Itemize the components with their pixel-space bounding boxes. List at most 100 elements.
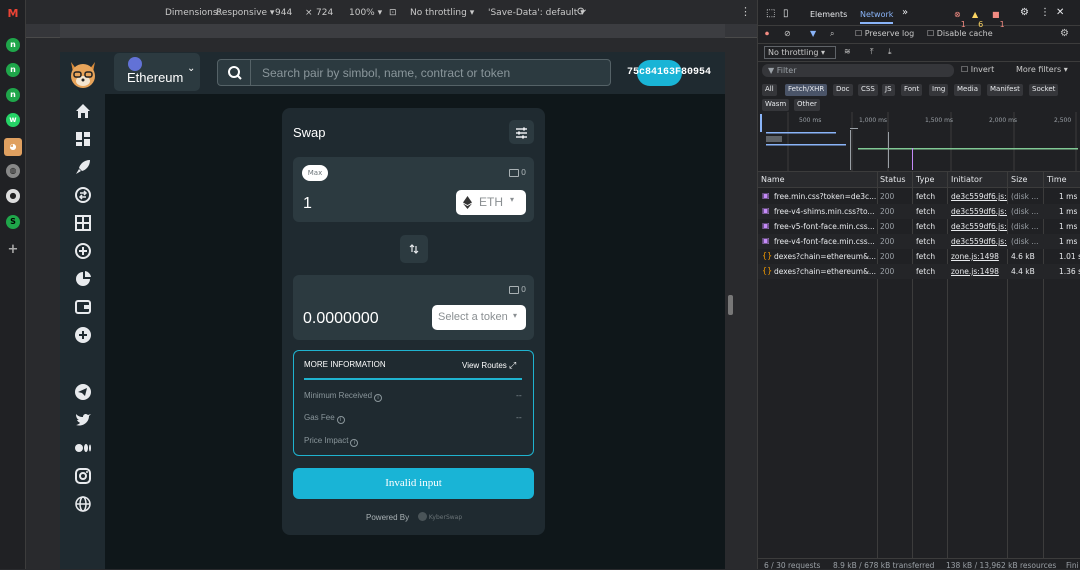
swap-settings-button[interactable] (509, 120, 534, 144)
disable-cache-checkbox[interactable]: ☐ Disable cache (927, 29, 993, 38)
column-status[interactable]: Status (880, 175, 906, 184)
table-row[interactable]: ▣ free-v4-shims.min.css?to... 200 fetch de3c… (758, 204, 1080, 219)
preserve-log-checkbox[interactable]: ☐ Preserve log (855, 29, 914, 38)
screenshot-icon[interactable]: ⊡ (389, 8, 397, 18)
plus-icon[interactable]: + (6, 243, 20, 257)
twitter-icon[interactable] (74, 411, 92, 429)
inspect-icon[interactable]: ⬚ (766, 8, 775, 19)
globe-icon[interactable]: ◍ (6, 164, 20, 178)
swap-action-button[interactable]: Invalid input (293, 468, 534, 499)
request-initiator[interactable]: de3c559df6.js:2 (951, 192, 1007, 201)
more-options-icon[interactable]: ⋮ (740, 5, 751, 18)
filter-chip[interactable]: Wasm (762, 99, 790, 111)
table-row[interactable]: {} dexes?chain=ethereum&... 200 fetch zone.j… (758, 249, 1080, 264)
gear-icon[interactable]: ⚙ (1020, 7, 1029, 18)
invert-checkbox[interactable]: ☐ Invert (961, 65, 994, 74)
throttling-select[interactable]: No throttling ▾ (410, 8, 474, 18)
shiba-logo[interactable] (67, 58, 99, 90)
filter-input[interactable]: ▼ Filter (762, 64, 954, 77)
height-input[interactable]: 724 (316, 8, 333, 18)
filter-chip[interactable]: Doc (833, 84, 853, 96)
gmail-icon[interactable]: M (6, 7, 20, 21)
device-toggle-icon[interactable]: ▯ (783, 8, 789, 19)
shiba-icon[interactable]: ◕ (4, 138, 22, 156)
pie-chart-icon[interactable] (74, 270, 92, 288)
viewport-resize-handle[interactable] (728, 295, 733, 315)
from-amount-input[interactable]: 1 (303, 195, 312, 213)
more-filters-select[interactable]: More filters ▾ (1016, 65, 1068, 74)
column-name[interactable]: Name (761, 175, 785, 184)
table-row[interactable]: {} dexes?chain=ethereum&... 200 fetch zone.j… (758, 264, 1080, 279)
request-initiator[interactable]: de3c559df6.js:2 (951, 222, 1007, 231)
request-initiator[interactable]: de3c559df6.js:2 (951, 237, 1007, 246)
wallet-icon[interactable] (74, 298, 92, 316)
swap-icon[interactable] (74, 186, 92, 204)
rocket-icon[interactable] (74, 158, 92, 176)
filter-chip[interactable]: Media (954, 84, 982, 96)
app-icon[interactable]: n (6, 38, 20, 52)
filter-chip[interactable]: JS (882, 84, 895, 96)
more-tabs-icon[interactable]: » (902, 7, 908, 18)
app-icon[interactable]: n (6, 88, 20, 102)
record-icon[interactable]: ⏺ (765, 29, 769, 39)
medium-icon[interactable] (74, 439, 92, 457)
column-type[interactable]: Type (916, 175, 934, 184)
rotate-icon[interactable]: ⟳ (577, 5, 586, 18)
download-icon[interactable]: ⤓ (888, 47, 892, 57)
app-icon[interactable]: n (6, 63, 20, 77)
request-initiator[interactable]: de3c559df6.js:2 (951, 207, 1007, 216)
to-token-select[interactable]: Select a token ▾ (432, 305, 526, 330)
filter-chip[interactable]: Other (794, 99, 820, 111)
search-icon[interactable]: ⌕ (830, 29, 834, 39)
column-time[interactable]: Time (1047, 175, 1067, 184)
whatsapp-icon[interactable]: w (6, 113, 20, 127)
plus-circle-icon[interactable] (74, 326, 92, 344)
clear-icon[interactable]: ⊘ (784, 29, 791, 38)
search-button[interactable] (217, 59, 251, 86)
info-icon[interactable]: i (374, 394, 383, 402)
width-input[interactable]: 944 (275, 8, 292, 18)
max-button[interactable]: Max (302, 165, 328, 181)
app-icon[interactable]: S (6, 215, 20, 229)
table-row[interactable]: ▣ free-v5-font-face.min.css... 200 fetch de3… (758, 219, 1080, 234)
gear-icon[interactable]: ⚙ (1060, 28, 1069, 39)
filter-chip[interactable]: CSS (858, 84, 878, 96)
telegram-icon[interactable] (74, 383, 92, 401)
table-row[interactable]: ▣ free-v4-font-face.min.css... 200 fetch de3… (758, 234, 1080, 249)
info-icon[interactable]: i (350, 439, 359, 447)
info-icon[interactable]: i (336, 416, 345, 424)
more-options-icon[interactable]: ⋮ (1040, 7, 1050, 18)
upload-icon[interactable]: ⤒ (870, 47, 874, 57)
from-token-select[interactable]: ETH ▾ (456, 190, 526, 215)
filter-chip[interactable]: All (762, 84, 777, 96)
dimensions-mode-select[interactable]: Responsive ▾ (216, 8, 274, 18)
request-initiator[interactable]: zone.js:1498 (951, 267, 1007, 276)
wifi-icon[interactable]: ≋ (844, 47, 851, 56)
filter-chip[interactable]: Font (901, 84, 923, 96)
table-row[interactable]: ▣ free.min.css?token=de3c... 200 fetch de3c5… (758, 189, 1080, 204)
close-icon[interactable]: ✕ (1056, 7, 1064, 18)
save-data-select[interactable]: 'Save-Data': default ▾ (488, 8, 585, 18)
filter-icon[interactable]: ▼ (810, 29, 816, 38)
zoom-select[interactable]: 100% ▾ (349, 8, 382, 18)
instagram-icon[interactable] (74, 467, 92, 485)
flip-direction-button[interactable] (400, 235, 428, 263)
warning-count[interactable]: ▲ 6 (972, 10, 983, 29)
dashboard-icon[interactable] (74, 130, 92, 148)
error-count[interactable]: ⊗ 1 (954, 10, 966, 29)
grid-icon[interactable] (74, 214, 92, 232)
search-input[interactable]: Search pair by simbol, name, contract or… (250, 59, 611, 86)
column-initiator[interactable]: Initiator (951, 175, 982, 184)
filter-chip[interactable]: Manifest (987, 84, 1023, 96)
filter-chip[interactable]: Socket (1029, 84, 1059, 96)
view-routes-link[interactable]: View Routes ⤢ (462, 360, 516, 371)
github-icon[interactable]: ● (6, 189, 20, 203)
tab-network[interactable]: Network (860, 10, 894, 24)
globe-icon[interactable] (74, 495, 92, 513)
filter-chip[interactable]: Img (929, 84, 949, 96)
filter-chip[interactable]: Fetch/XHR (785, 84, 828, 96)
issue-count[interactable]: ■ 1 (992, 10, 1005, 29)
network-throttling-select[interactable]: No throttling ▾ (764, 46, 836, 59)
request-initiator[interactable]: zone.js:1498 (951, 252, 1007, 261)
column-size[interactable]: Size (1011, 175, 1027, 184)
